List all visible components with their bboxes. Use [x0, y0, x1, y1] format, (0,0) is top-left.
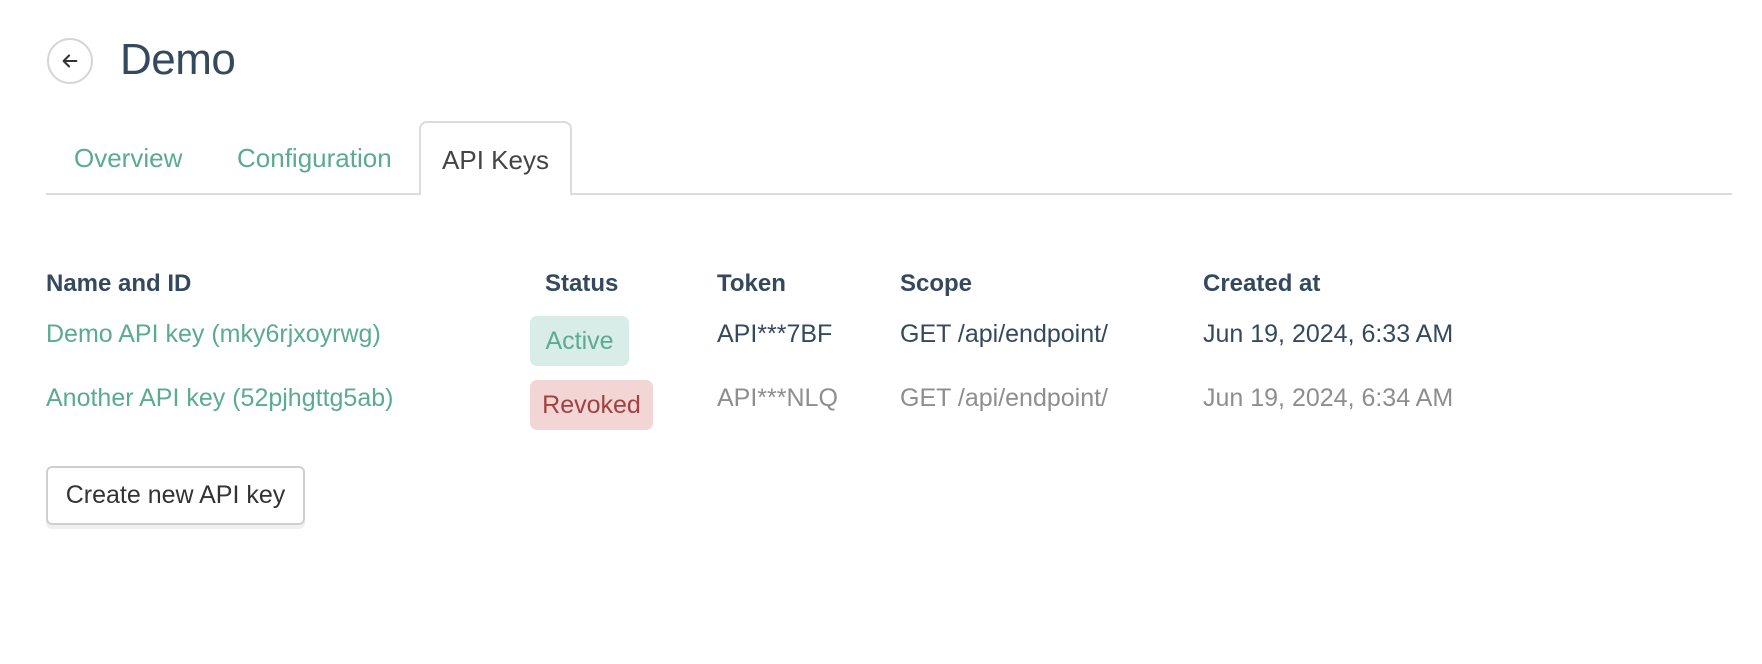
tab-overview[interactable]: Overview [74, 121, 182, 195]
api-key-name-link[interactable]: Another API key (52pjhgttg5ab) [46, 382, 393, 414]
page: Demo Overview Configuration API Keys Nam… [0, 0, 1762, 664]
arrow-left-icon [62, 54, 78, 68]
status-badge: Revoked [530, 380, 653, 430]
token-cell: API***NLQ [717, 384, 838, 412]
tab-api-keys[interactable]: API Keys [419, 121, 572, 196]
created-at-cell: Jun 19, 2024, 6:33 AM [1203, 320, 1454, 348]
scope-cell: GET /api/endpoint/ [900, 320, 1109, 348]
token-cell: API***7BF [717, 320, 833, 348]
back-button[interactable] [47, 38, 93, 84]
tab-bar: Overview Configuration API Keys [46, 121, 1732, 196]
create-api-key-button[interactable]: Create new API key [46, 466, 305, 525]
column-header-token: Token [717, 270, 786, 297]
api-key-name-link[interactable]: Demo API key (mky6rjxoyrwg) [46, 318, 381, 350]
status-badge: Active [530, 316, 629, 366]
scope-cell: GET /api/endpoint/ [900, 384, 1109, 412]
column-header-created-at: Created at [1203, 270, 1321, 297]
tab-configuration[interactable]: Configuration [237, 121, 392, 195]
page-title: Demo [120, 35, 236, 84]
column-header-scope: Scope [900, 270, 973, 297]
created-at-cell: Jun 19, 2024, 6:34 AM [1203, 384, 1454, 412]
column-header-name: Name and ID [46, 270, 192, 297]
column-header-status: Status [545, 270, 619, 297]
